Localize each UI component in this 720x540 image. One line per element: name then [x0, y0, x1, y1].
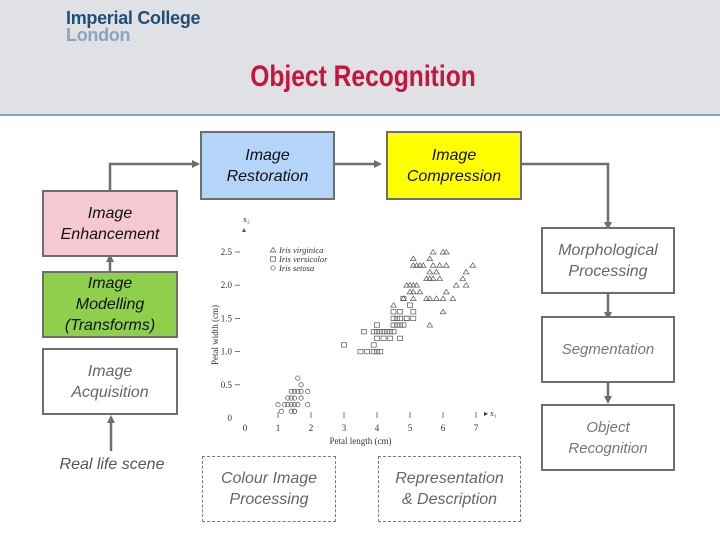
data-point-iris-versicolor [390, 329, 397, 335]
iris-scatter-plot: 0 1 2 3 4 5 6 7 0 0.5 1.0 1.5 2.0 2.5 ▸ x₁ x₂ Petal leng… [210, 215, 497, 446]
y-tick-label: 0 [228, 413, 233, 423]
legend-label: Iris setosa [278, 263, 314, 273]
data-point-iris-virginica [462, 268, 470, 275]
data-point-iris-versicolor [387, 329, 394, 335]
y-tick-label: 2.5 [221, 247, 233, 257]
y-axis-name: x₂ [243, 215, 250, 224]
data-point-iris-versicolor [374, 349, 380, 355]
x-tick-label: 1 [276, 423, 281, 433]
data-point-iris-versicolor [360, 329, 367, 335]
data-point-iris-virginica [416, 288, 424, 295]
data-point-iris-versicolor [390, 309, 397, 315]
data-point-iris-versicolor [377, 329, 384, 335]
data-point-iris-virginica [432, 268, 440, 275]
data-point-iris-setosa [275, 402, 281, 408]
data-point-iris-virginica [426, 255, 434, 261]
data-point-iris-versicolor [403, 315, 410, 321]
data-point-iris-virginica [436, 262, 444, 268]
data-point-iris-versicolor [380, 335, 387, 341]
data-point-iris-setosa [298, 382, 304, 388]
data-point-iris-setosa [282, 402, 288, 408]
data-point-iris-versicolor [370, 342, 377, 348]
x-tick-label: 0 [243, 423, 248, 433]
data-point-iris-virginica [439, 308, 447, 315]
data-point-iris-virginica [426, 268, 434, 275]
legend-marker [270, 265, 276, 271]
x-axis-title: Petal length (cm) [330, 436, 392, 446]
data-point-iris-virginica [429, 248, 437, 255]
data-point-iris-virginica [409, 295, 417, 301]
x-tick-label: 2 [309, 423, 314, 433]
x-tick-label: 3 [342, 423, 347, 433]
data-point-iris-virginica [436, 275, 444, 281]
data-point-iris-setosa [305, 402, 311, 408]
data-point-iris-setosa [298, 395, 304, 401]
data-point-iris-virginica [439, 295, 447, 301]
y-tick-label: 2.0 [221, 280, 233, 290]
y-tick-label: 0.5 [221, 380, 233, 390]
data-point-iris-versicolor [374, 322, 380, 328]
legend-marker [269, 246, 277, 253]
data-point-iris-versicolor [384, 329, 390, 335]
data-point-iris-versicolor [393, 315, 400, 321]
data-point-iris-virginica [442, 288, 450, 295]
data-point-iris-versicolor [380, 329, 387, 335]
data-point-iris-virginica [432, 295, 440, 301]
data-point-iris-virginica [390, 301, 397, 308]
data-point-iris-setosa [295, 375, 301, 381]
data-point-iris-versicolor [370, 329, 377, 335]
data-point-iris-setosa [291, 408, 298, 414]
x-tick-label: 5 [408, 423, 413, 433]
y-tick-label: 1.0 [221, 347, 233, 357]
data-point-iris-setosa [295, 388, 301, 394]
y-axis-title: Petal width (cm) [210, 305, 220, 365]
data-point-iris-virginica [449, 295, 457, 301]
data-point-iris-versicolor [370, 349, 377, 355]
data-point-iris-virginica [469, 262, 477, 268]
data-point-iris-versicolor [410, 309, 417, 315]
data-point-iris-versicolor [387, 335, 394, 341]
data-point-iris-versicolor [397, 315, 403, 321]
data-point-iris-versicolor [374, 329, 380, 335]
data-point-iris-virginica [429, 262, 437, 268]
data-point-iris-versicolor [407, 302, 413, 308]
legend-marker [270, 256, 276, 262]
data-point-iris-versicolor [390, 315, 397, 321]
x-axis-name: ▸ x₁ [484, 409, 497, 418]
data-point-iris-versicolor [403, 315, 410, 321]
data-point-iris-virginica [426, 321, 434, 328]
data-point-iris-virginica [459, 275, 467, 281]
y-tick-label: 1.5 [221, 313, 233, 323]
x-tick-label: 7 [474, 423, 479, 433]
data-point-iris-virginica [442, 262, 450, 268]
data-point-iris-versicolor [397, 322, 403, 328]
data-point-iris-setosa [305, 388, 311, 394]
data-point-iris-versicolor [341, 342, 347, 348]
data-point-iris-versicolor [357, 349, 364, 355]
data-point-iris-virginica [452, 282, 460, 288]
data-point-iris-versicolor [364, 349, 370, 355]
data-point-iris-versicolor [393, 322, 400, 328]
data-point-iris-virginica [462, 282, 470, 288]
data-point-iris-versicolor [390, 322, 397, 328]
data-point-iris-versicolor [374, 335, 380, 341]
data-point-iris-virginica [399, 295, 407, 301]
data-point-iris-setosa [291, 395, 298, 401]
data-point-iris-setosa [278, 408, 284, 414]
data-point-iris-versicolor [377, 349, 384, 355]
x-tick-label: 6 [441, 423, 446, 433]
data-point-iris-versicolor [410, 315, 417, 321]
data-point-iris-virginica [409, 255, 417, 261]
x-tick-label: 4 [375, 423, 380, 433]
y-axis-arrow-icon [242, 228, 246, 232]
data-point-iris-versicolor [397, 335, 403, 341]
data-point-iris-versicolor [397, 309, 403, 315]
data-point-iris-versicolor [400, 322, 407, 328]
data-point-iris-setosa [295, 402, 301, 408]
